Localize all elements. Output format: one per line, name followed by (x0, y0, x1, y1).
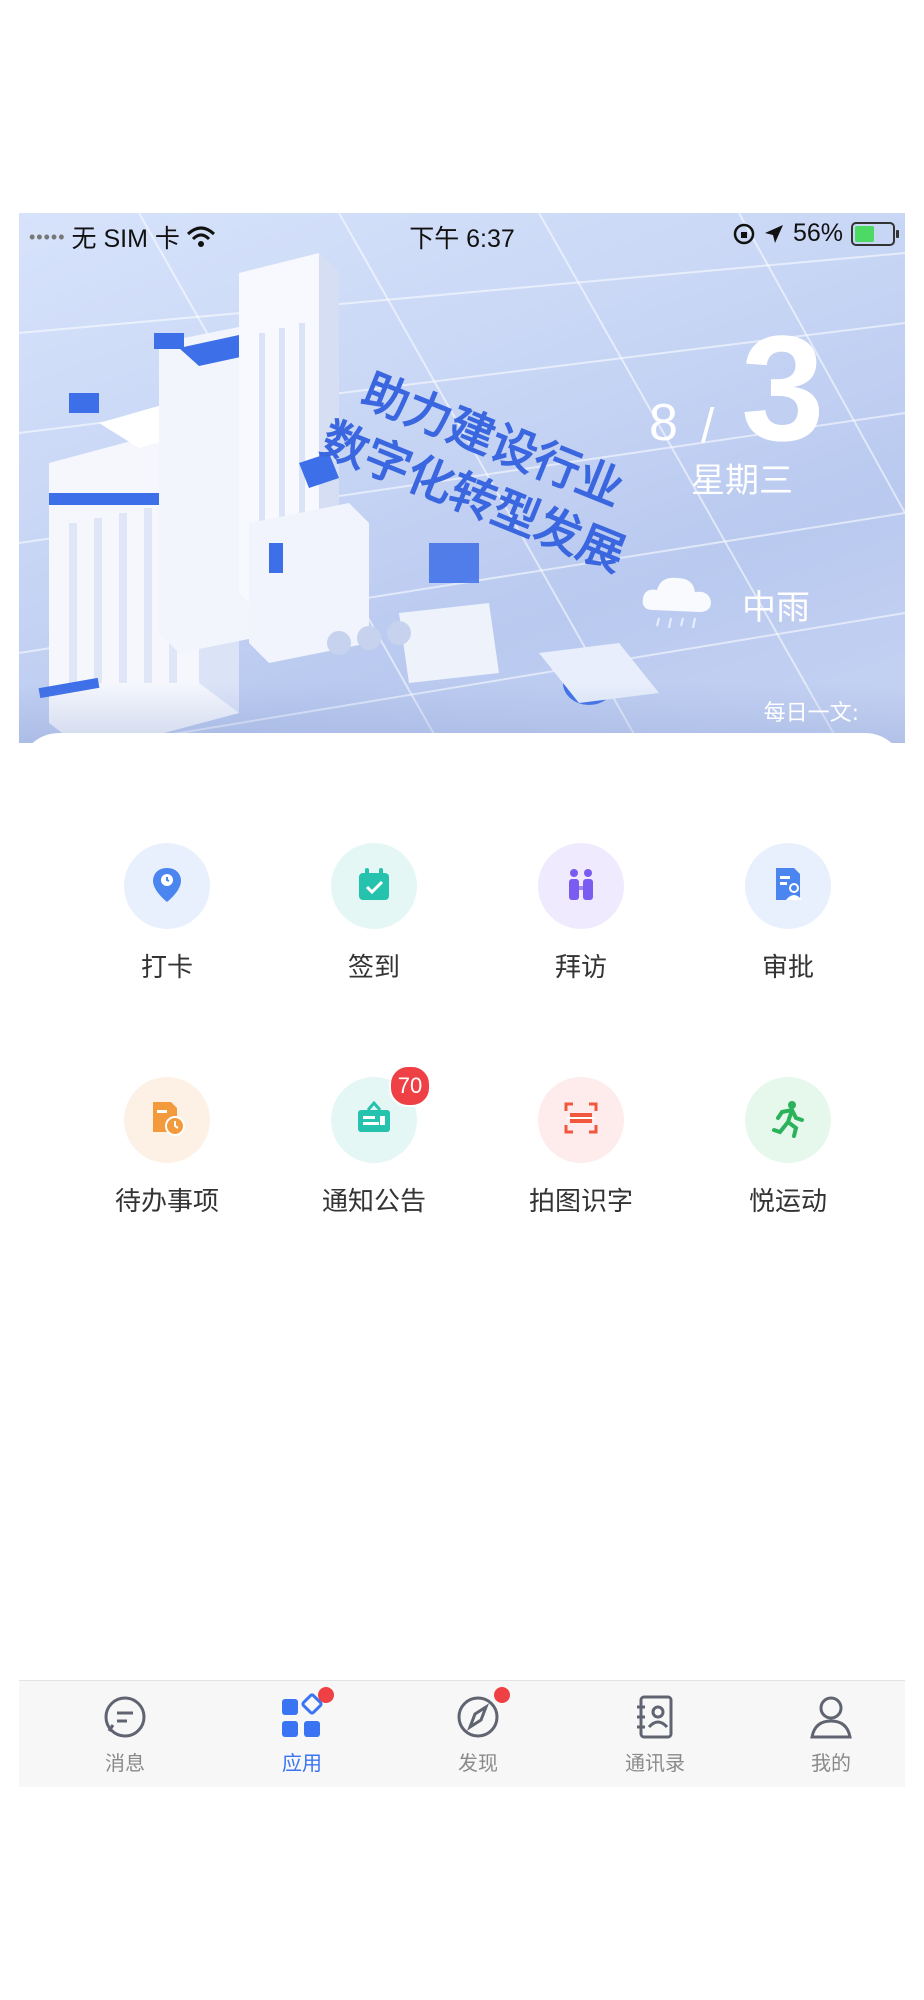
weather-text: 中雨 (742, 588, 810, 628)
location-pin-icon (147, 864, 187, 908)
unread-count-badge: 70 (389, 1065, 431, 1107)
app-icon-button[interactable] (745, 843, 831, 929)
date-day: 3 (741, 304, 825, 472)
tab-label: 应用 (282, 1751, 322, 1775)
battery-icon (851, 221, 899, 246)
location-arrow-icon (764, 224, 783, 243)
notification-dot (494, 1687, 510, 1703)
calendar-check-icon (354, 864, 394, 908)
app-label: 悦运动 (748, 1187, 827, 1217)
date-display: 3 8 / 星期三 (649, 313, 869, 533)
app-icon-button[interactable]: 70 (331, 1065, 431, 1163)
visit-people-icon (561, 864, 601, 908)
hero-banner[interactable]: 助力建设行业 数字化转型发展 ••••• 无 SIM 卡 下午 6:37 56%… (19, 213, 905, 743)
rain-cloud-icon (642, 577, 711, 629)
tab-label: 我的 (811, 1751, 851, 1775)
date-month: 8 (649, 394, 678, 452)
app-label: 签到 (347, 953, 400, 983)
tab-message[interactable]: 消息 (65, 1693, 185, 1776)
notification-dot (318, 1687, 334, 1703)
tab-apps-grid[interactable]: 应用 (242, 1687, 362, 1776)
daily-article-label[interactable]: 每日一文: (764, 695, 859, 727)
bottom-tab-bar: 消息 应用 发现 通讯录 我的 (19, 1680, 905, 1787)
app-icon-button[interactable] (331, 843, 417, 929)
running-man-icon (768, 1098, 808, 1142)
app-label: 拍图识字 (528, 1187, 633, 1217)
compass-icon (454, 1687, 510, 1741)
app-icon-button[interactable] (538, 1077, 624, 1163)
scan-text-icon (561, 1098, 601, 1142)
app-item[interactable]: 拜访 (491, 843, 671, 993)
app-label: 审批 (761, 953, 814, 983)
app-item[interactable]: 拍图识字 (491, 1077, 671, 1227)
app-item[interactable]: 签到 (284, 843, 464, 993)
status-bar: ••••• 无 SIM 卡 下午 6:37 56% (19, 213, 905, 257)
tab-compass[interactable]: 发现 (418, 1687, 538, 1776)
tab-contacts-book[interactable]: 通讯录 (595, 1693, 715, 1776)
app-icon-button[interactable] (745, 1077, 831, 1163)
app-item[interactable]: 打卡 (77, 843, 257, 993)
app-item[interactable]: 悦运动 (698, 1077, 878, 1227)
contacts-book-icon (631, 1693, 679, 1741)
date-weekday: 星期三 (691, 461, 793, 501)
notice-board-icon (354, 1098, 394, 1142)
app-icon-button[interactable] (124, 1077, 210, 1163)
message-icon (101, 1693, 149, 1741)
battery-percent: 56% (792, 219, 843, 247)
profile-icon (807, 1693, 855, 1741)
app-icon-button[interactable] (538, 843, 624, 929)
tab-label: 通讯录 (625, 1751, 685, 1775)
apps-card: 打卡 签到 拜访 审批待办事项 70 通知公告 拍图识字 悦运动 (19, 733, 905, 1733)
phone-screen: 助力建设行业 数字化转型发展 ••••• 无 SIM 卡 下午 6:37 56%… (19, 213, 905, 1787)
apps-grid-icon (278, 1687, 334, 1741)
tab-profile[interactable]: 我的 (771, 1693, 891, 1776)
app-item[interactable]: 审批 (698, 843, 878, 993)
rotation-lock-icon (733, 223, 755, 244)
weather-widget: 中雨 (627, 570, 877, 640)
todo-clock-icon (147, 1098, 187, 1142)
date-slash: / (701, 400, 715, 453)
app-label: 拜访 (554, 953, 607, 983)
app-label: 通知公告 (321, 1187, 426, 1217)
app-label: 待办事项 (114, 1187, 219, 1217)
approval-document-icon (768, 864, 808, 908)
tab-label: 消息 (105, 1751, 145, 1775)
app-label: 打卡 (140, 953, 193, 983)
app-item[interactable]: 待办事项 (77, 1077, 257, 1227)
app-icon-button[interactable] (124, 843, 210, 929)
app-item[interactable]: 70 通知公告 (284, 1065, 464, 1227)
tab-label: 发现 (458, 1751, 498, 1775)
